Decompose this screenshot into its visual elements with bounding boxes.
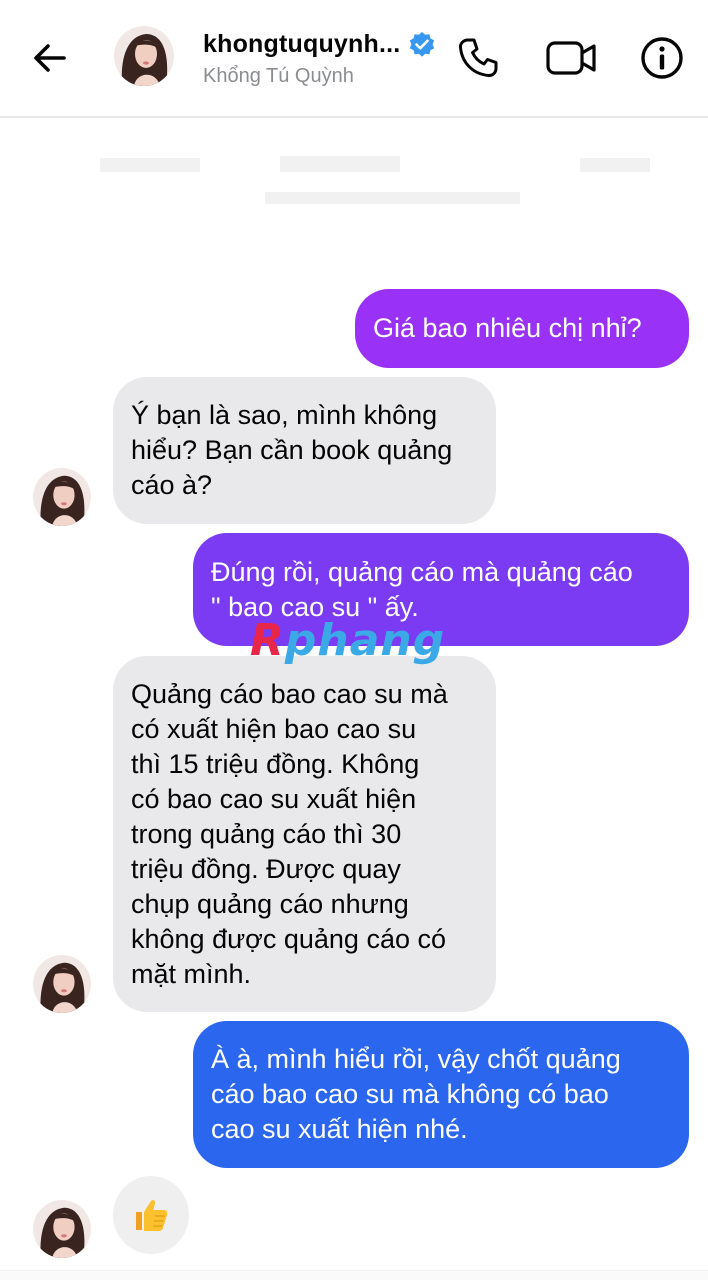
thumbs-up-reaction[interactable]	[113, 1176, 189, 1254]
message-text: À à, mình hiểu rồi, vậy chốt quảng cáo b…	[211, 1044, 621, 1144]
composer-edge	[0, 1270, 708, 1280]
chat-title: khongtuquynh...	[203, 30, 401, 58]
message-text: Giá bao nhiêu chị nhỉ?	[373, 313, 642, 343]
watermark-logo: Rphang	[250, 612, 470, 668]
verified-badge-icon	[410, 31, 435, 57]
contact-avatar[interactable]	[33, 955, 91, 1013]
contact-info[interactable]: khongtuquynh... Khổng Tú Quỳnh	[203, 30, 443, 88]
sent-message[interactable]: À à, mình hiểu rồi, vậy chốt quảng cáo b…	[193, 1021, 689, 1168]
back-arrow-icon[interactable]	[28, 36, 72, 80]
message-text: Ý bạn là sao, mình không hiểu? Bạn cần b…	[131, 400, 453, 500]
contact-avatar[interactable]	[33, 468, 91, 526]
watermark-letter: R	[250, 614, 285, 666]
chat-header: khongtuquynh... Khổng Tú Quỳnh	[0, 0, 708, 118]
video-camera-icon[interactable]	[544, 34, 598, 82]
chat-subtitle: Khổng Tú Quỳnh	[203, 65, 354, 87]
received-message[interactable]: Quảng cáo bao cao su mà có xuất hiện bao…	[113, 656, 496, 1012]
watermark-text: phang	[284, 614, 446, 666]
background-ghost-text	[100, 156, 650, 204]
contact-avatar[interactable]	[33, 1200, 91, 1258]
sent-message[interactable]: Giá bao nhiêu chị nhỉ?	[355, 289, 689, 368]
phone-icon[interactable]	[454, 34, 502, 82]
message-text: Quảng cáo bao cao su mà có xuất hiện bao…	[131, 678, 448, 989]
contact-avatar[interactable]	[114, 26, 174, 86]
thumbs-up-icon	[136, 1199, 168, 1231]
received-message[interactable]: Ý bạn là sao, mình không hiểu? Bạn cần b…	[113, 377, 496, 524]
info-icon[interactable]	[638, 34, 686, 82]
